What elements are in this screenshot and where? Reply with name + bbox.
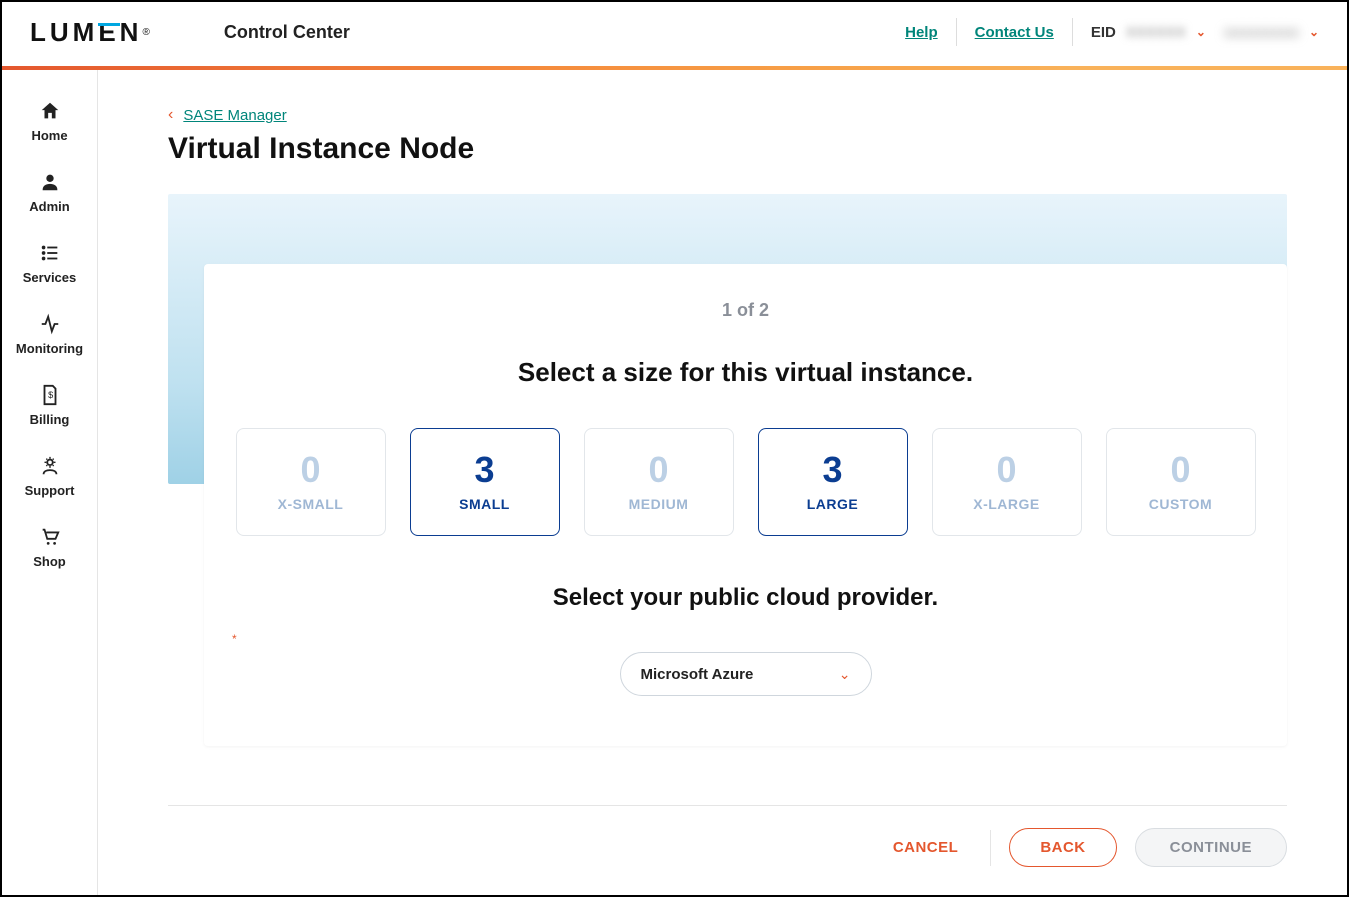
sidebar: Home Admin Services Monitoring $ Billing… — [2, 70, 98, 895]
chevron-down-icon: ⌄ — [1196, 25, 1206, 39]
size-option-xlarge[interactable]: 0 X-LARGE — [932, 428, 1082, 536]
gear-user-icon — [39, 455, 61, 477]
sidebar-item-label: Monitoring — [16, 341, 83, 356]
sidebar-item-billing[interactable]: $ Billing — [2, 370, 97, 441]
sidebar-item-label: Services — [23, 270, 77, 285]
contact-us-link[interactable]: Contact Us — [975, 24, 1054, 41]
help-link[interactable]: Help — [905, 24, 938, 41]
chevron-down-icon: ⌄ — [1309, 25, 1319, 39]
size-option-small[interactable]: 3 SMALL — [410, 428, 560, 536]
billing-icon: $ — [39, 384, 61, 406]
sidebar-item-monitoring[interactable]: Monitoring — [2, 299, 97, 370]
chevron-left-icon: ‹ — [168, 106, 173, 124]
svg-text:$: $ — [48, 390, 53, 400]
size-heading: Select a size for this virtual instance. — [228, 357, 1263, 388]
size-options-row: 0 X-SMALL 3 SMALL 0 MEDIUM 3 LARGE — [228, 428, 1263, 536]
sidebar-item-home[interactable]: Home — [2, 86, 97, 157]
sidebar-item-label: Billing — [30, 412, 70, 427]
required-indicator: * — [228, 632, 1263, 646]
size-count: 3 — [822, 452, 842, 488]
separator — [1072, 18, 1073, 46]
back-button[interactable]: BACK — [1009, 828, 1116, 867]
breadcrumb-link[interactable]: SASE Manager — [183, 107, 286, 124]
user-value: xxxxxxxxxx — [1224, 24, 1299, 41]
continue-button[interactable]: CONTINUE — [1135, 828, 1287, 867]
cancel-button[interactable]: CANCEL — [879, 829, 973, 866]
sidebar-item-support[interactable]: Support — [2, 441, 97, 512]
provider-selected-value: Microsoft Azure — [641, 666, 754, 683]
size-count: 0 — [648, 452, 668, 488]
size-option-large[interactable]: 3 LARGE — [758, 428, 908, 536]
eid-dropdown[interactable]: EID XXXXXX ⌄ — [1091, 24, 1206, 41]
home-icon — [39, 100, 61, 122]
size-label: LARGE — [807, 496, 859, 512]
hero-banner: 1 of 2 Select a size for this virtual in… — [168, 194, 1287, 484]
provider-heading: Select your public cloud provider. — [228, 584, 1263, 612]
chevron-down-icon: ⌄ — [839, 666, 851, 683]
size-count: 0 — [300, 452, 320, 488]
size-option-medium[interactable]: 0 MEDIUM — [584, 428, 734, 536]
size-option-xsmall[interactable]: 0 X-SMALL — [236, 428, 386, 536]
step-indicator: 1 of 2 — [228, 300, 1263, 321]
size-count: 3 — [474, 452, 494, 488]
cart-icon — [39, 526, 61, 548]
logo[interactable]: LUMEN® — [30, 17, 154, 48]
size-label: X-LARGE — [973, 496, 1040, 512]
eid-value: XXXXXX — [1126, 24, 1186, 41]
sidebar-item-label: Support — [25, 483, 75, 498]
top-bar: LUMEN® Control Center Help Contact Us EI… — [2, 2, 1347, 66]
sidebar-item-label: Home — [31, 128, 67, 143]
page-title: Virtual Instance Node — [168, 132, 1287, 166]
activity-icon — [39, 313, 61, 335]
breadcrumb: ‹ SASE Manager — [168, 106, 1287, 124]
size-label: MEDIUM — [629, 496, 689, 512]
sidebar-item-label: Shop — [33, 554, 66, 569]
eid-label: EID — [1091, 24, 1116, 41]
app-title: Control Center — [224, 22, 350, 43]
separator — [990, 830, 991, 866]
list-icon — [39, 242, 61, 264]
wizard-footer: CANCEL BACK CONTINUE — [168, 805, 1287, 867]
user-icon — [39, 171, 61, 193]
separator — [956, 18, 957, 46]
sidebar-item-admin[interactable]: Admin — [2, 157, 97, 228]
main-content: ‹ SASE Manager Virtual Instance Node 1 o… — [98, 70, 1347, 895]
sidebar-item-services[interactable]: Services — [2, 228, 97, 299]
size-label: CUSTOM — [1149, 496, 1212, 512]
wizard-card: 1 of 2 Select a size for this virtual in… — [204, 264, 1287, 746]
sidebar-item-label: Admin — [29, 199, 69, 214]
size-label: SMALL — [459, 496, 510, 512]
size-label: X-SMALL — [278, 496, 344, 512]
size-count: 0 — [1170, 452, 1190, 488]
provider-select[interactable]: Microsoft Azure ⌄ — [620, 652, 872, 696]
size-count: 0 — [996, 452, 1016, 488]
size-option-custom[interactable]: 0 CUSTOM — [1106, 428, 1256, 536]
user-dropdown[interactable]: xxxxxxxxxx ⌄ — [1224, 24, 1319, 41]
sidebar-item-shop[interactable]: Shop — [2, 512, 97, 583]
